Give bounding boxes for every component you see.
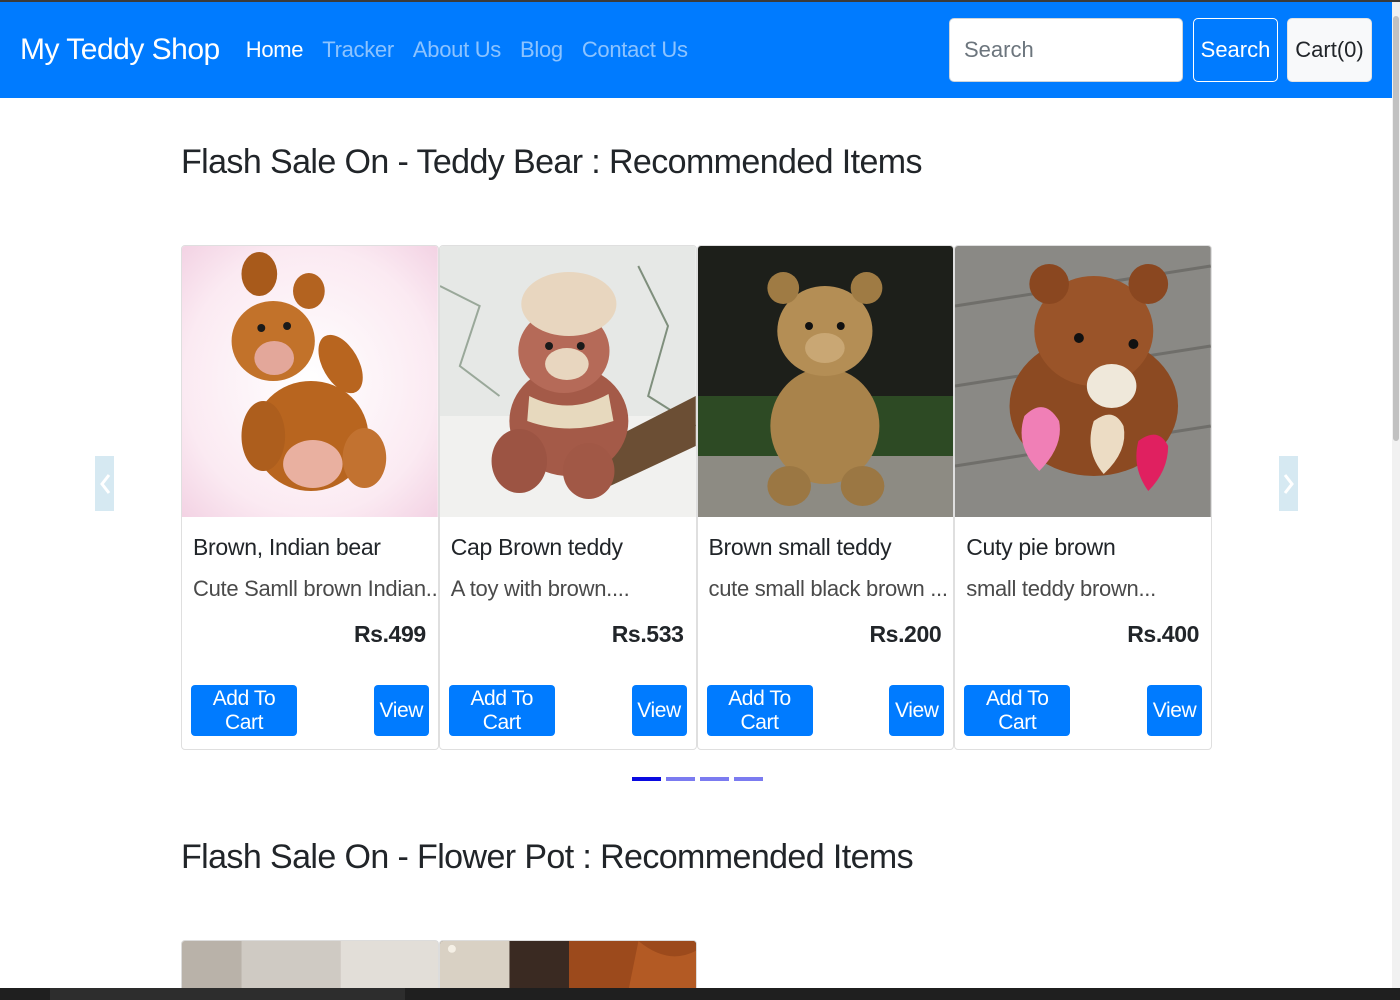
search-button[interactable]: Search xyxy=(1193,18,1278,82)
search-input[interactable] xyxy=(949,18,1183,82)
carousel-indicators xyxy=(632,777,768,781)
nav-link-about-us[interactable]: About Us xyxy=(413,37,501,63)
product-description: small teddy brown... xyxy=(966,576,1156,601)
taskbar-item[interactable] xyxy=(50,988,405,1000)
product-price: Rs.200 xyxy=(869,621,942,647)
product-name: Brown small teddy xyxy=(708,534,892,560)
view-button[interactable]: View xyxy=(1147,685,1202,736)
cart-button[interactable]: Cart(0) xyxy=(1287,18,1372,82)
product-name: Brown, Indian bear xyxy=(193,534,381,560)
carousel-next-button[interactable] xyxy=(1279,456,1298,511)
product-image[interactable] xyxy=(955,246,1211,517)
flower-pot-carousel xyxy=(181,940,697,990)
product-description: Cute Samll brown Indian... xyxy=(193,576,439,601)
navbar: My Teddy Shop Home Tracker About Us Blog… xyxy=(0,2,1392,98)
product-carousel: Brown, Indian bear Cute Samll brown Indi… xyxy=(181,245,1212,750)
product-description: A toy with brown.... xyxy=(450,576,630,601)
product-card: Brown small teddy cute small black brown… xyxy=(696,245,955,750)
carousel-indicator[interactable] xyxy=(700,777,729,781)
product-name: Cuty pie brown xyxy=(966,534,1116,560)
chevron-right-icon xyxy=(1283,473,1294,494)
product-description: cute small black brown ... xyxy=(708,576,948,601)
nav-links: Home Tracker About Us Blog Contact Us xyxy=(246,37,707,63)
carousel-prev-button[interactable] xyxy=(95,456,114,511)
add-to-cart-button[interactable]: Add To Cart xyxy=(706,685,813,736)
product-card: Cap Brown teddy A toy with brown.... Rs.… xyxy=(438,245,697,750)
product-image[interactable] xyxy=(697,246,954,517)
product-name: Cap Brown teddy xyxy=(450,534,623,560)
carousel-indicator[interactable] xyxy=(734,777,763,781)
product-price: Rs.400 xyxy=(1127,621,1199,647)
carousel-indicator[interactable] xyxy=(632,777,661,781)
product-image[interactable] xyxy=(181,940,439,990)
nav-search-area: Search Cart(0) xyxy=(949,18,1372,82)
carousel-indicator[interactable] xyxy=(666,777,695,781)
view-button[interactable]: View xyxy=(631,685,687,736)
scrollbar-thumb[interactable] xyxy=(1393,16,1399,441)
product-price: Rs.499 xyxy=(353,621,426,647)
product-image[interactable] xyxy=(439,940,697,990)
view-button[interactable]: View xyxy=(373,685,429,736)
os-taskbar xyxy=(0,988,1400,1000)
chevron-left-icon xyxy=(99,473,110,494)
product-image[interactable] xyxy=(439,246,696,517)
section-title-flower-pot: Flash Sale On - Flower Pot : Recommended… xyxy=(181,838,914,876)
section-title-teddy-bear: Flash Sale On - Teddy Bear : Recommended… xyxy=(181,143,923,181)
add-to-cart-button[interactable]: Add To Cart xyxy=(964,685,1071,736)
product-price: Rs.533 xyxy=(611,621,684,647)
page-scrollbar[interactable] xyxy=(1392,2,1400,988)
add-to-cart-button[interactable]: Add To Cart xyxy=(191,685,297,736)
brand-logo[interactable]: My Teddy Shop xyxy=(20,33,220,67)
taskbar-clock xyxy=(1290,988,1350,1000)
product-card: Cuty pie brown small teddy brown... Rs.4… xyxy=(954,245,1212,750)
view-button[interactable]: View xyxy=(889,685,945,736)
nav-link-tracker[interactable]: Tracker xyxy=(322,37,394,63)
add-to-cart-button[interactable]: Add To Cart xyxy=(448,685,555,736)
nav-link-contact-us[interactable]: Contact Us xyxy=(582,37,688,63)
product-image[interactable] xyxy=(182,246,438,517)
nav-link-home[interactable]: Home xyxy=(246,37,304,63)
product-card: Brown, Indian bear Cute Samll brown Indi… xyxy=(181,245,439,750)
nav-link-blog[interactable]: Blog xyxy=(520,37,563,63)
